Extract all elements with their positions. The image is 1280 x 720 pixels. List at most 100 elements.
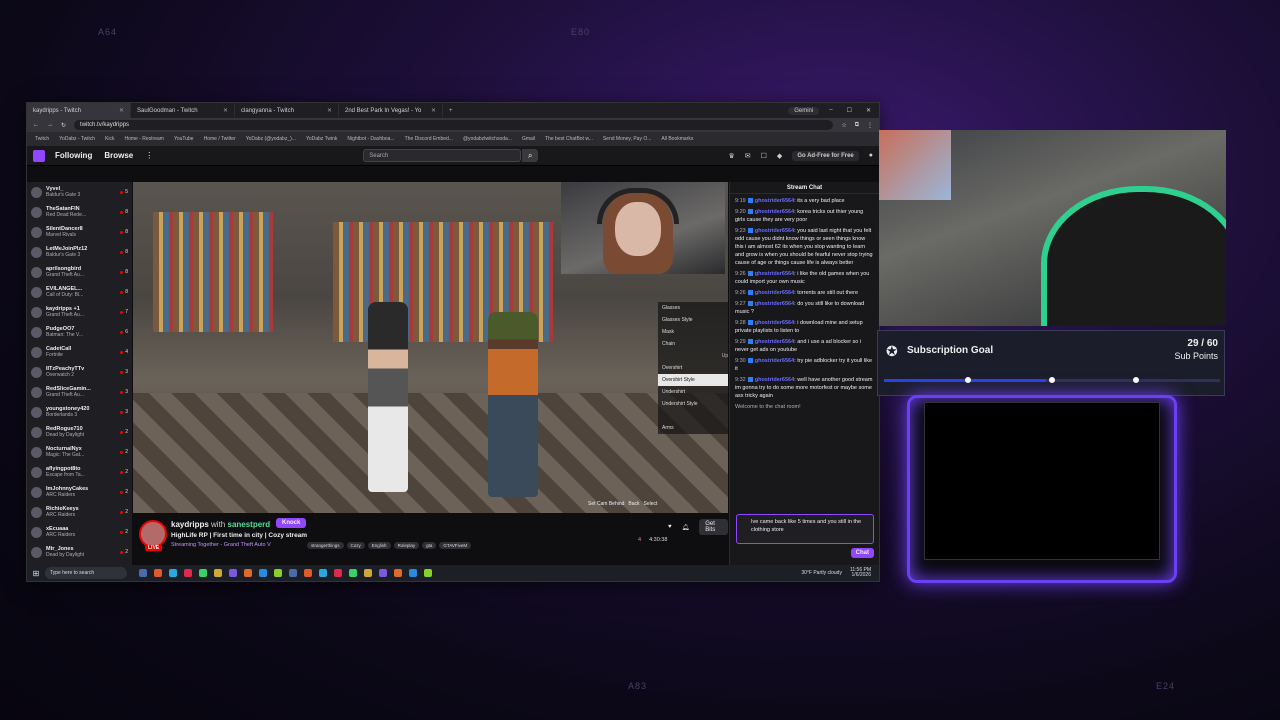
taskbar-app-icon[interactable] — [154, 569, 162, 577]
search-input[interactable]: Search — [363, 149, 522, 162]
nav-browse[interactable]: Browse — [104, 151, 133, 160]
inbox-icon[interactable]: ✉ — [745, 152, 751, 160]
taskbar-app-icon[interactable] — [409, 569, 417, 577]
bookmark-item[interactable]: Kick — [105, 136, 114, 142]
sidebar-channel[interactable]: SilentDancer8 Marvel Rivals 8 — [27, 222, 132, 242]
menu-row[interactable]: Mask< None > — [658, 326, 728, 338]
stream-tag[interactable]: Cozy — [346, 542, 365, 549]
crown-icon[interactable]: ♛ — [728, 152, 734, 160]
close-icon[interactable]: ✕ — [327, 107, 332, 114]
stream-tag[interactable]: English — [367, 542, 391, 549]
sidebar-channel[interactable]: RedRogue710 Dead by Daylight 2 — [27, 422, 132, 442]
chat-username[interactable]: ghostrider6564 — [755, 358, 794, 364]
bookmark-item[interactable]: Send Money, Pay O... — [603, 136, 652, 142]
chat-username[interactable]: ghostrider6564 — [755, 198, 794, 204]
sidebar-channel[interactable]: RichieKeeys ARC Raiders 2 — [27, 502, 132, 522]
taskbar-app-icon[interactable] — [139, 569, 147, 577]
sidebar-channel[interactable]: aprilsongbird Grand Theft Au... 8 — [27, 262, 132, 282]
maximize-icon[interactable]: ☐ — [847, 107, 852, 114]
sidebar-channel[interactable]: LetMeJoinPlz12 Baldur's Gate 3 8 — [27, 242, 132, 262]
avatar[interactable]: ● — [869, 152, 873, 159]
nav-following[interactable]: Following — [55, 151, 92, 160]
close-icon[interactable]: ✕ — [223, 107, 228, 114]
heart-icon[interactable]: ♥ — [668, 524, 672, 530]
taskbar-app-icon[interactable] — [229, 569, 237, 577]
clock[interactable]: 11:56 PM 1/6/2026 — [850, 568, 871, 578]
chat-username[interactable]: ghostrider6564 — [755, 271, 794, 277]
menu-row[interactable]: Arms< 262 > — [658, 422, 728, 434]
taskbar-search[interactable]: Type here to search — [45, 567, 127, 579]
forward-icon[interactable]: → — [47, 122, 53, 128]
browser-tab[interactable]: clangyanna - Twitch ✕ — [235, 103, 339, 118]
streamer-avatar[interactable] — [139, 520, 167, 548]
close-icon[interactable]: ✕ — [431, 107, 436, 114]
taskbar-app-icon[interactable] — [304, 569, 312, 577]
bookmark-item[interactable]: All Bookmarks — [661, 136, 693, 142]
sidebar-channel[interactable]: ImJohnnyCakes ARC Raiders 2 — [27, 482, 132, 502]
chat-username[interactable]: ghostrider6564 — [755, 377, 794, 383]
bookmark-item[interactable]: The best ChatBot w... — [545, 136, 593, 142]
sidebar-channel[interactable]: Mtr_Jones Dead by Daylight 2 — [27, 542, 132, 562]
reload-icon[interactable]: ↻ — [61, 122, 66, 129]
get-bits-button[interactable]: Get Bits — [699, 519, 728, 535]
taskbar-app-icon[interactable] — [334, 569, 342, 577]
ad-free-button[interactable]: Go Ad-Free for Free — [792, 150, 859, 161]
sidebar-channel[interactable]: RedSliceGamin... Grand Theft Au... 3 — [27, 382, 132, 402]
url-field[interactable]: twitch.tv/kaydripps — [74, 120, 834, 130]
menu-row[interactable]: Chain< 251 > — [658, 338, 728, 350]
chat-username[interactable]: ghostrider6564 — [755, 209, 794, 215]
menu-row[interactable]: Overshirt< 1133 > — [658, 362, 728, 374]
close-icon[interactable]: ✕ — [119, 107, 124, 114]
clothing-menu[interactable]: Glasses< 41 >Glasses Style< 0 >Mask< Non… — [658, 302, 728, 434]
whispers-icon[interactable]: ☐ — [761, 152, 767, 160]
bell-icon[interactable]: 🔔︎ — [682, 524, 690, 531]
chat-username[interactable]: ghostrider6564 — [755, 290, 794, 296]
menu-row[interactable]: Glasses< 41 > — [658, 302, 728, 314]
taskbar-app-icon[interactable] — [379, 569, 387, 577]
collab-name[interactable]: sanestperd — [228, 520, 271, 529]
twitch-logo-icon[interactable] — [33, 149, 45, 162]
taskbar-app-icon[interactable] — [169, 569, 177, 577]
sidebar-channel[interactable]: PudgeOO7 Batman: The V... 6 — [27, 322, 132, 342]
taskbar-app-icon[interactable] — [364, 569, 372, 577]
taskbar-app-icon[interactable] — [289, 569, 297, 577]
chat-input[interactable]: Ive came back like 5 times and you still… — [736, 514, 874, 544]
chat-username[interactable]: ghostrider6564 — [755, 228, 794, 234]
sidebar-channel[interactable]: Vyvel_ Baldur's Gate 3 5 — [27, 182, 132, 202]
windows-start-icon[interactable]: ⊞ — [27, 569, 45, 578]
weather-label[interactable]: 30°F Partly cloudy — [801, 570, 842, 576]
chat-username[interactable]: ghostrider6564 — [755, 301, 794, 307]
taskbar-app-icon[interactable] — [394, 569, 402, 577]
menu-row[interactable]: Glasses Style< 0 > — [658, 314, 728, 326]
bookmark-item[interactable]: Home / Twitter — [204, 136, 236, 142]
stream-tag[interactable]: GTAVFiveM — [439, 542, 472, 549]
bookmark-item[interactable]: @yodabztwitchsoda... — [463, 136, 512, 142]
menu-row[interactable]: Overshirt Style< 6 > — [658, 374, 728, 386]
bookmark-item[interactable]: The Discord Embed... — [405, 136, 453, 142]
streamer-name[interactable]: kaydripps with sanestperd — [171, 520, 270, 529]
browser-tab[interactable]: kaydripps - Twitch ✕ — [27, 103, 131, 118]
browser-tab[interactable]: 2nd Best Park In Vegas! - Yo ✕ — [339, 103, 443, 118]
bits-icon[interactable]: ◆ — [777, 152, 782, 160]
sidebar-channel[interactable]: EVILANGEL... Call of Duty: Bl... 8 — [27, 282, 132, 302]
bookmark-item[interactable]: Home - Restream — [124, 136, 163, 142]
bookmark-item[interactable]: YoDabz (@yodabz_)... — [246, 136, 296, 142]
bookmark-item[interactable]: YoDabz - Twitch — [59, 136, 95, 142]
menu-icon[interactable]: ⋮ — [867, 122, 873, 129]
taskbar-app-icon[interactable] — [274, 569, 282, 577]
search-icon[interactable]: ⌕ — [522, 149, 539, 162]
star-icon[interactable]: ☆ — [841, 122, 846, 129]
chat-username[interactable]: ghostrider6564 — [755, 339, 794, 345]
stream-tag[interactable]: Roleplay — [393, 542, 420, 549]
more-icon[interactable]: ⋮ — [145, 151, 153, 160]
sidebar-channel[interactable]: TheSatanFIN Red Dead Rede... 8 — [27, 202, 132, 222]
stream-tag[interactable]: gta — [422, 542, 437, 549]
stream-category[interactable]: Streaming Together - Grand Theft Auto V — [171, 542, 271, 548]
sidebar-channel[interactable]: CadetCall Fortnite 4 — [27, 342, 132, 362]
new-tab-icon[interactable]: + — [443, 108, 459, 114]
taskbar-app-icon[interactable] — [214, 569, 222, 577]
back-icon[interactable]: ← — [33, 122, 39, 128]
bookmark-item[interactable]: Nightbot - Dashboa... — [347, 136, 394, 142]
sidebar-channel[interactable]: youngstoney420 Borderlands 3 3 — [27, 402, 132, 422]
taskbar-app-icon[interactable] — [424, 569, 432, 577]
